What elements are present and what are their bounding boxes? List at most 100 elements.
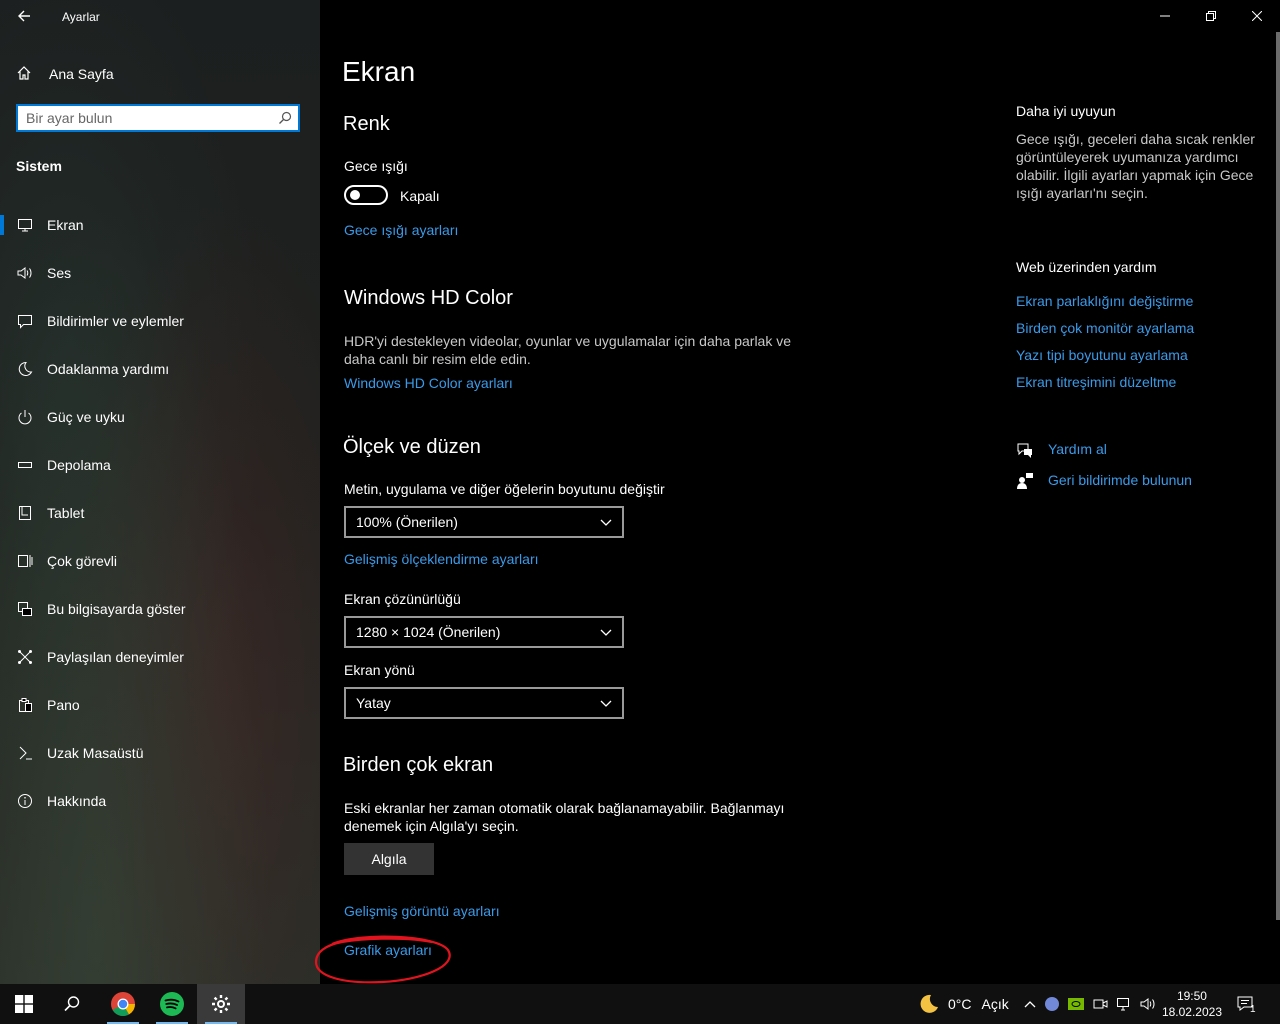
project-icon [16,600,34,618]
back-arrow-icon[interactable] [12,6,36,28]
advanced-scaling-link[interactable]: Gelişmiş ölçeklendirme ayarları [344,551,539,567]
get-help-link[interactable]: Yardım al [1048,441,1107,457]
sidebar-item-label: Bildirimler ve eylemler [47,313,184,329]
help-link-brightness[interactable]: Ekran parlaklığını değiştirme [1016,293,1193,309]
chevron-down-icon [600,695,612,711]
night-light-label: Gece ışığı [344,158,408,174]
search-button[interactable] [48,984,96,1024]
feedback-link[interactable]: Geri bildirimde bulunun [1048,472,1192,488]
sidebar-item-depolama[interactable]: Depolama [0,441,320,489]
sidebar-item-label: Çok görevli [47,553,118,569]
advanced-display-link[interactable]: Gelişmiş görüntü ayarları [344,903,500,919]
sidebar-item-tablet[interactable]: Tablet [0,489,320,537]
orientation-dropdown[interactable]: Yatay [344,687,624,719]
sidebar-item-bildirimler[interactable]: Bildirimler ve eylemler [0,297,320,345]
sidebar-nav: Ekran Ses Bildirimler ve eylemler Odakla… [0,201,320,825]
multi-display-description: Eski ekranlar her zaman otomatik olarak … [344,800,785,834]
help-link-flicker[interactable]: Ekran titreşimini düzeltme [1016,374,1176,390]
size-label: Metin, uygulama ve diğer öğelerin boyutu… [344,481,665,497]
clock-time: 19:50 [1176,989,1207,1003]
meet-now-icon[interactable] [1088,996,1112,1012]
hdr-settings-link[interactable]: Windows HD Color ayarları [344,375,513,391]
hdr-heading: Windows HD Color [344,287,513,309]
multi-display-heading: Birden çok ekran [343,754,494,776]
home-link[interactable]: Ana Sayfa [16,62,114,86]
sidebar-item-guc[interactable]: Güç ve uyku [0,393,320,441]
sleep-title: Daha iyi uyuyun [1016,103,1116,119]
network-icon[interactable] [1112,996,1136,1012]
window-title: Ayarlar [62,10,100,24]
help-link-font-size[interactable]: Yazı tipi boyutunu ayarlama [1016,347,1188,363]
detect-button[interactable]: Algıla [344,843,434,875]
sidebar-item-label: Ekran [47,217,84,233]
search-box[interactable] [16,104,300,132]
sidebar-item-label: Odaklanma yardımı [47,361,170,377]
sidebar-item-cok-gorevli[interactable]: Çok görevli [0,537,320,585]
remote-desktop-icon [16,744,34,762]
web-help-title: Web üzerinden yardım [1016,259,1157,275]
taskbar-settings[interactable] [197,984,245,1024]
help-link-multi-monitor[interactable]: Birden çok monitör ayarlama [1016,320,1194,336]
night-light-toggle[interactable] [344,185,388,205]
sidebar-item-label: Uzak Masaüstü [47,745,144,761]
speaker-icon [16,264,34,282]
night-light-settings-link[interactable]: Gece ışığı ayarları [344,222,458,238]
search-icon[interactable] [278,111,292,125]
volume-icon[interactable] [1136,996,1160,1012]
sidebar-item-label: Bu bilgisayarda göster [47,601,186,617]
chrome-icon [111,992,135,1017]
sidebar-item-bu-bilgisayarda-goster[interactable]: Bu bilgisayarda göster [0,585,320,633]
sidebar-item-label: Pano [47,697,80,713]
taskbar-clock[interactable]: 19:50 18.02.2023 [1162,988,1222,1020]
resolution-label: Ekran çözünürlüğü [344,591,461,607]
sidebar-item-pano[interactable]: Pano [0,681,320,729]
scale-value: 100% (Önerilen) [356,514,458,530]
scrollbar[interactable] [1276,32,1280,920]
scale-dropdown[interactable]: 100% (Önerilen) [344,506,624,538]
discord-icon[interactable] [1040,996,1064,1012]
action-center-button[interactable]: 1 [1236,984,1256,1024]
notification-count: 1 [1250,1003,1256,1015]
home-label: Ana Sayfa [49,66,114,82]
scale-heading: Ölçek ve düzen [343,436,481,458]
weather-widget[interactable]: 0°C Açık [918,984,1009,1024]
sidebar-item-label: Depolama [47,457,111,473]
sidebar-item-label: Güç ve uyku [47,409,125,425]
clock-date: 18.02.2023 [1161,1005,1222,1019]
section-title: Sistem [16,158,62,174]
red-annotation-circle [314,935,451,984]
taskbar-spotify[interactable] [148,984,196,1024]
storage-icon [16,456,34,474]
sidebar: Ayarlar Ana Sayfa Sistem Ekran Ses Bildi… [0,0,320,984]
home-icon [16,65,34,84]
sidebar-item-ekran[interactable]: Ekran [0,201,320,249]
sidebar-item-label: Paylaşılan deneyimler [47,649,184,665]
clipboard-icon [16,696,34,714]
sidebar-item-uzak-masaustu[interactable]: Uzak Masaüstü [0,729,320,777]
orientation-value: Yatay [356,695,391,711]
weather-temp: 0°C [948,996,972,1012]
nvidia-icon[interactable] [1064,998,1088,1010]
gear-icon [212,995,230,1013]
start-button[interactable] [0,984,48,1024]
sidebar-item-label: Hakkında [47,793,107,809]
sleep-text: Gece ışığı, geceleri daha sıcak renkler … [1016,131,1255,201]
resolution-dropdown[interactable]: 1280 × 1024 (Önerilen) [344,616,624,648]
renk-heading: Renk [343,113,390,135]
taskbar-chrome[interactable] [99,984,147,1024]
power-icon [16,408,34,426]
multitasking-icon [16,552,34,570]
feedback-icon [1016,472,1034,490]
weather-desc: Açık [981,996,1009,1012]
sidebar-item-paylasilan[interactable]: Paylaşılan deneyimler [0,633,320,681]
sidebar-item-ses[interactable]: Ses [0,249,320,297]
tray-icons [1020,984,1160,1024]
page-title: Ekran [342,56,416,87]
sidebar-item-hakkinda[interactable]: Hakkında [0,777,320,825]
search-input[interactable] [18,106,276,130]
toggle-knob [350,190,360,200]
sidebar-item-odaklanma[interactable]: Odaklanma yardımı [0,345,320,393]
chevron-up-icon[interactable] [1020,1000,1040,1008]
moon-icon [16,360,34,378]
resolution-value: 1280 × 1024 (Önerilen) [356,624,501,640]
